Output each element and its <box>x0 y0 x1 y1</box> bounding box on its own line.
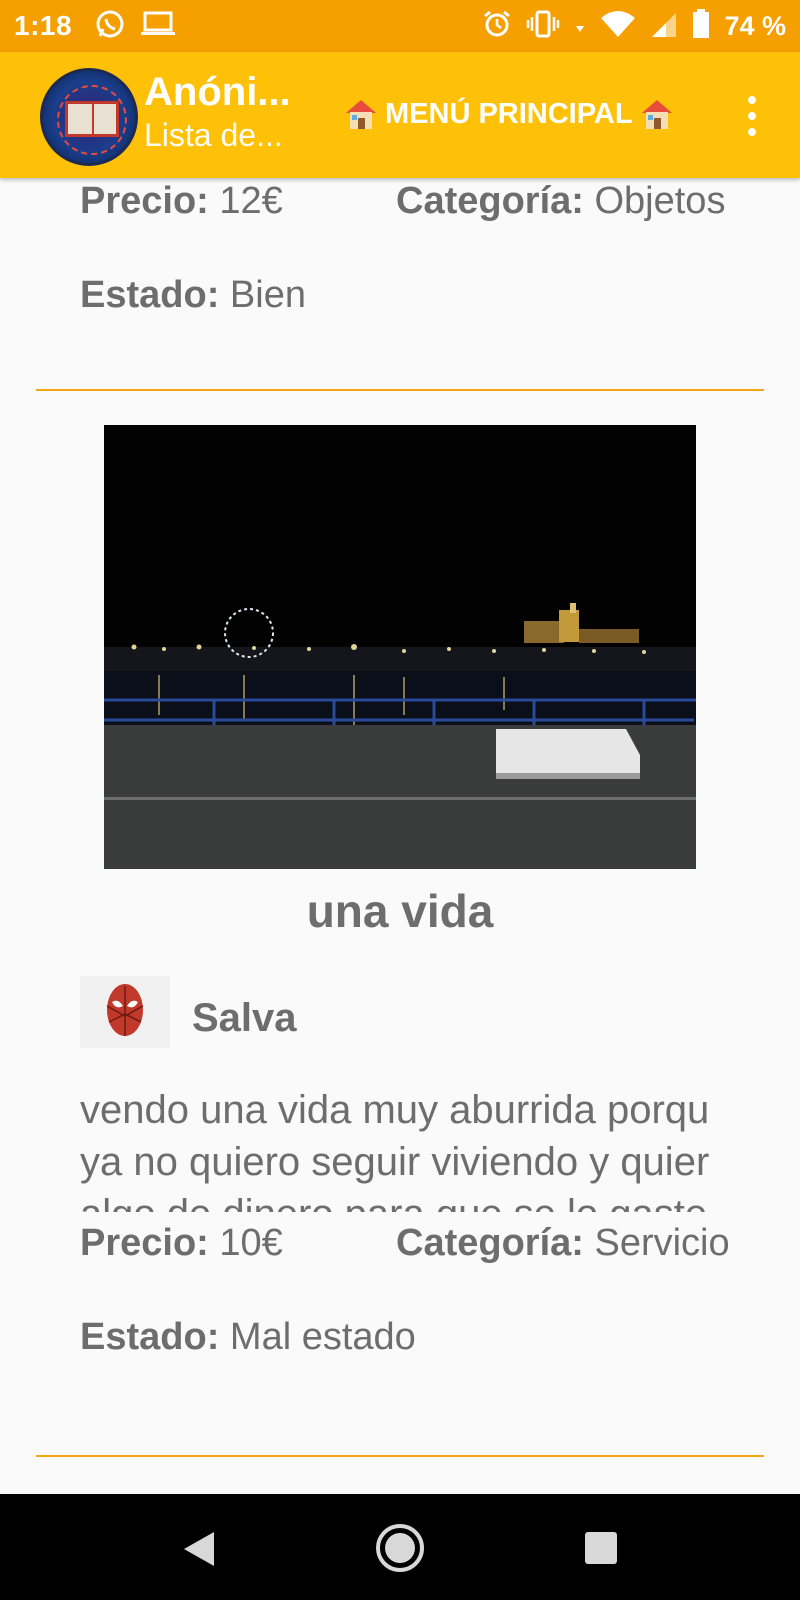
divider <box>36 389 764 391</box>
back-icon[interactable] <box>182 1530 216 1573</box>
price-value: 12€ <box>219 180 283 222</box>
item-description: vendo una vida muy aburrida porqu ya no … <box>80 1084 764 1212</box>
item-category: Categoría: Servicio <box>396 1222 764 1265</box>
state-label: Estado: <box>80 1316 220 1358</box>
description-line: algo de dinero para que se lo gaste <box>80 1188 764 1212</box>
data-arrows-icon <box>574 12 586 41</box>
vibrate-icon <box>526 10 560 43</box>
seller-name: Salva <box>192 996 297 1040</box>
divider <box>36 1455 764 1457</box>
item-state: Estado: Mal estado <box>80 1316 416 1359</box>
wifi-icon <box>600 10 636 43</box>
battery-icon <box>692 8 710 44</box>
app-subtitle: Lista de... <box>144 117 283 153</box>
state-value: Mal estado <box>229 1316 416 1358</box>
item-price: Precio: 10€ <box>80 1222 283 1265</box>
description-line: vendo una vida muy aburrida porqu <box>80 1088 710 1132</box>
overflow-menu-icon[interactable] <box>740 96 764 136</box>
price-label: Precio: <box>80 180 209 222</box>
item-category: Categoría: Objetos <box>396 180 764 223</box>
price-value: 10€ <box>219 1222 283 1264</box>
home-icon[interactable] <box>374 1522 426 1579</box>
title-block: Anóni... Lista de... <box>144 70 314 154</box>
state-value: Bien <box>229 274 306 316</box>
product-list[interactable]: Precio: 12€ Categoría: Objetos Estado: B… <box>0 178 800 1494</box>
description-line: ya no quiero seguir viviendo y quier <box>80 1140 710 1184</box>
category-value: Objetos <box>594 180 726 222</box>
main-menu-button[interactable]: MENÚ PRINCIPAL <box>343 94 675 134</box>
category-label: Categoría: <box>396 1222 584 1264</box>
status-bar: 1:18 74 % <box>0 0 800 52</box>
house-icon <box>343 96 379 132</box>
status-time: 1:18 <box>14 10 73 41</box>
category-label: Categoría: <box>396 180 584 222</box>
category-value: Servicio <box>594 1222 730 1264</box>
recent-apps-icon[interactable] <box>584 1531 618 1570</box>
main-menu-label: MENÚ PRINCIPAL <box>385 97 633 130</box>
whatsapp-icon <box>94 8 126 45</box>
product-photo[interactable] <box>104 425 696 869</box>
seller-avatar <box>80 976 170 1048</box>
item-state: Estado: Bien <box>80 274 306 317</box>
app-title: Anóni... <box>144 70 291 114</box>
app-bar: Anóni... Lista de... MENÚ PRINCIPAL <box>0 52 800 178</box>
laptop-icon <box>140 10 176 43</box>
item-price: Precio: 12€ <box>80 180 283 223</box>
state-label: Estado: <box>80 274 220 316</box>
signal-icon <box>650 10 678 43</box>
navigation-bar <box>0 1494 800 1600</box>
alarm-icon <box>482 9 512 44</box>
price-label: Precio: <box>80 1222 209 1264</box>
battery-percentage: 74 % <box>724 10 786 41</box>
house-icon <box>639 96 675 132</box>
item-title: una vida <box>306 885 494 937</box>
app-logo <box>40 68 138 166</box>
